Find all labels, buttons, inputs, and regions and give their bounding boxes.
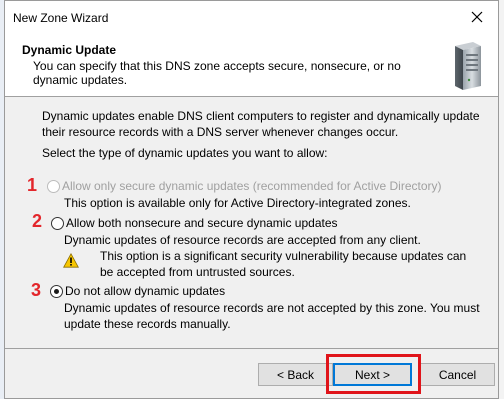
intro-paragraph: Dynamic updates enable DNS client comput…	[42, 109, 480, 139]
close-icon	[471, 11, 483, 23]
new-zone-wizard-dialog: New Zone Wizard Dynamic Update You can s…	[4, 0, 499, 399]
option-secure-only-description: This option is available only for Active…	[64, 196, 411, 210]
radio-no-dynamic-updates[interactable]	[50, 285, 63, 298]
wizard-header: Dynamic Update You can specify that this…	[5, 34, 498, 97]
radio-secure-only[interactable]	[47, 180, 60, 193]
marker-1: 1	[27, 175, 38, 195]
server-icon	[455, 42, 481, 90]
option-secure-only-label[interactable]: Allow only secure dynamic updates (recom…	[62, 179, 442, 193]
page-description: You can specify that this DNS zone accep…	[33, 59, 401, 87]
option-nonsecure-and-secure-label[interactable]: Allow both nonsecure and secure dynamic …	[66, 216, 338, 230]
next-button-highlight	[326, 354, 421, 394]
option-no-dynamic-updates-label[interactable]: Do not allow dynamic updates	[65, 284, 225, 298]
wizard-content: Dynamic updates enable DNS client comput…	[5, 98, 498, 348]
radio-nonsecure-and-secure[interactable]	[51, 217, 64, 230]
option-nonsecure-and-secure-description: Dynamic updates of resource records are …	[64, 233, 421, 247]
title-bar: New Zone Wizard	[5, 1, 498, 34]
footer-divider	[5, 348, 498, 349]
marker-3: 3	[31, 280, 42, 300]
window-title: New Zone Wizard	[13, 11, 109, 25]
page-title: Dynamic Update	[22, 43, 117, 57]
selection-prompt: Select the type of dynamic updates you w…	[42, 146, 328, 160]
warning-icon	[63, 253, 79, 268]
close-button[interactable]	[458, 3, 496, 31]
security-warning-text: This option is a significant security vu…	[100, 249, 467, 279]
marker-2: 2	[32, 211, 43, 231]
cancel-button[interactable]: Cancel	[420, 363, 495, 386]
option-no-dynamic-updates-description: Dynamic updates of resource records are …	[64, 301, 480, 331]
back-button[interactable]: < Back	[258, 363, 333, 386]
background-window-edge-right	[499, 0, 504, 399]
